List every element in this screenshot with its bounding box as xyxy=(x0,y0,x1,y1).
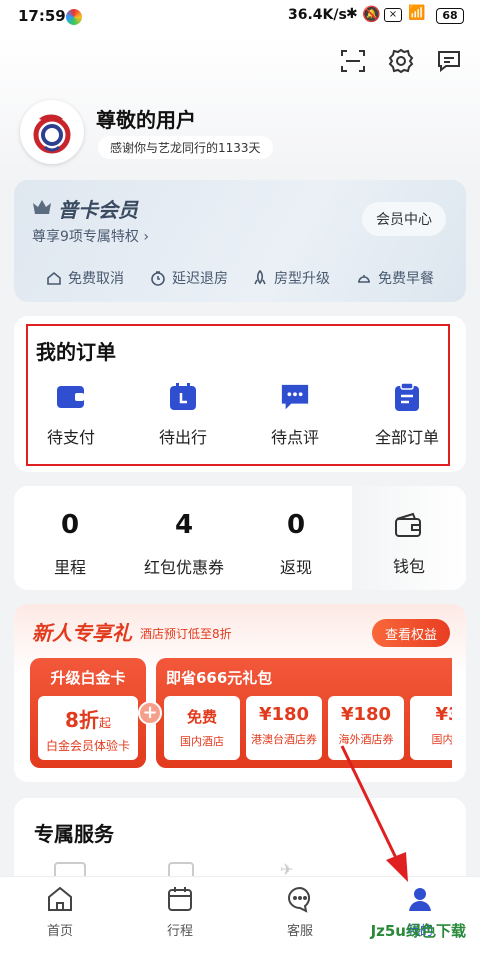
wallet-icon xyxy=(394,512,422,542)
stat-cashback[interactable]: 0 返现 xyxy=(236,510,356,578)
mute-icon: 🔕 xyxy=(362,5,381,23)
benefit-item[interactable]: 免费取消 xyxy=(46,268,124,288)
status-bar: 17:59 36.4K/s ✱ 🔕 × 📶 68 xyxy=(0,0,480,34)
crown-icon xyxy=(32,198,52,220)
home-icon xyxy=(45,884,75,914)
order-upcoming-trip[interactable]: 待出行 xyxy=(138,382,228,448)
dish-icon xyxy=(358,275,370,283)
calendar-icon xyxy=(165,884,195,914)
network-speed: 36.4K/s xyxy=(288,7,347,23)
tab-trips[interactable]: 行程 xyxy=(140,884,220,939)
chevron-right-icon: › xyxy=(143,229,149,245)
greeting-badge: 感谢你与艺龙同行的1133天 xyxy=(98,136,273,159)
comment-icon xyxy=(280,382,310,412)
bluetooth-icon: ✱ xyxy=(346,6,358,22)
stat-mileage[interactable]: 0 里程 xyxy=(10,510,130,578)
chat-icon xyxy=(285,884,315,914)
clipboard-icon xyxy=(392,382,422,412)
wallet-label: 钱包 xyxy=(392,557,425,576)
gear-icon[interactable] xyxy=(386,46,416,76)
arrow-annotation xyxy=(340,745,408,882)
tab-home[interactable]: 首页 xyxy=(20,884,100,939)
stat-coupons[interactable]: 4 红包优惠券 xyxy=(124,510,244,578)
wallet-icon xyxy=(56,382,86,412)
benefit-item[interactable]: 延迟退房 xyxy=(150,268,228,288)
benefit-item[interactable]: 房型升级 xyxy=(252,268,330,288)
calendar-icon xyxy=(168,382,198,412)
platinum-upgrade-card[interactable]: 升级白金卡 8折起 白金会员体验卡 xyxy=(30,658,146,768)
home-icon xyxy=(47,271,61,285)
membership-title: 普卡会员 xyxy=(58,198,138,222)
exclusive-title: 专属服务 xyxy=(34,822,114,846)
status-time: 17:59 xyxy=(18,7,66,25)
gift-header: 即省666元礼包 xyxy=(166,669,273,687)
order-all[interactable]: 全部订单 xyxy=(362,382,452,448)
new-user-title: 新人专享礼 xyxy=(32,621,132,645)
battery-indicator: 68 xyxy=(436,8,464,24)
elong-logo-icon xyxy=(33,114,71,154)
watermark: Jz5u绿色下载 xyxy=(370,922,466,940)
member-center-button[interactable]: 会员中心 xyxy=(362,202,446,236)
coupon-item: ¥180 港澳台酒店券 xyxy=(246,696,322,760)
scan-icon[interactable] xyxy=(338,46,368,76)
platinum-coupon: 8折起 白金会员体验卡 xyxy=(38,696,138,760)
clock-icon xyxy=(151,271,165,286)
membership-subtitle[interactable]: 尊享9项专属特权 › xyxy=(32,226,149,246)
order-pending-payment[interactable]: 待支付 xyxy=(26,382,116,448)
message-icon[interactable] xyxy=(434,46,464,76)
wifi-icon: 📶 xyxy=(408,5,426,21)
order-pending-review[interactable]: 待点评 xyxy=(250,382,340,448)
plus-icon: + xyxy=(138,701,162,725)
benefit-item[interactable]: 免费早餐 xyxy=(356,268,434,288)
new-user-subtitle: 酒店预订低至8折 xyxy=(140,627,232,641)
avatar[interactable] xyxy=(20,100,84,164)
user-name[interactable]: 尊敬的用户 xyxy=(96,104,196,133)
rocket-icon xyxy=(254,270,266,285)
orders-title: 我的订单 xyxy=(36,340,116,364)
sim-icon: × xyxy=(384,8,402,22)
view-benefits-button[interactable]: 查看权益 xyxy=(372,619,450,647)
app-notification-icon xyxy=(66,9,82,25)
platinum-header: 升级白金卡 xyxy=(50,669,126,687)
coupon-item: 免费 国内酒店 xyxy=(164,696,240,760)
tab-service[interactable]: 客服 xyxy=(260,884,340,939)
